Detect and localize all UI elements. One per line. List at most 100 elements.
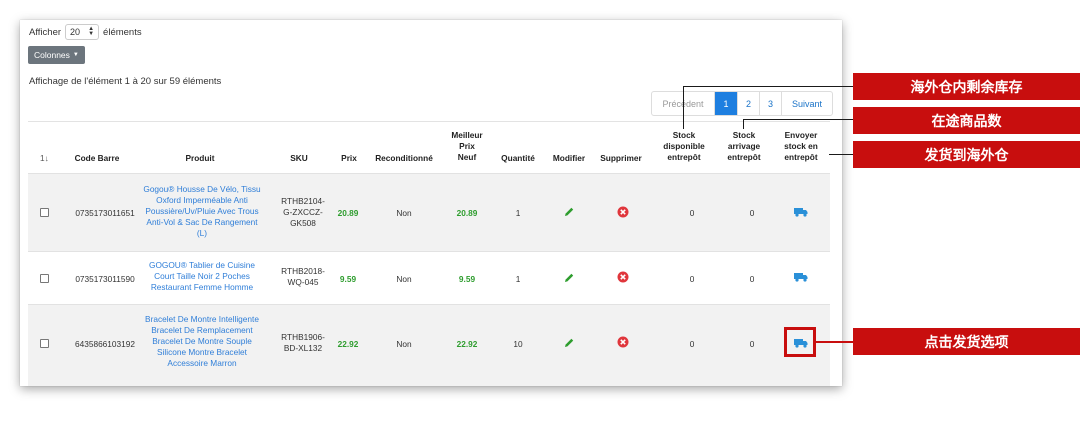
sku-line: RTHB2104-	[281, 196, 325, 206]
product-line: Accessoire Marron	[167, 358, 237, 368]
col-quantity[interactable]: Quantité	[496, 153, 540, 164]
col-stock-arrival-line2: arrivage	[727, 141, 761, 151]
col-sort-indicator[interactable]: 1↓	[40, 153, 49, 164]
truck-icon[interactable]	[794, 207, 808, 217]
col-stock-available-line1: Stock	[672, 130, 696, 140]
header-top-divider	[28, 121, 830, 122]
col-best-new-price-line3: Neuf	[457, 152, 477, 162]
col-stock-available-line3: entrepôt	[667, 152, 701, 162]
annotation-pointer-overseas-stock	[683, 86, 684, 129]
x-circle-icon[interactable]	[617, 336, 629, 348]
annotation-pointer-in-transit	[743, 119, 853, 120]
product-line: Court Taille Noir 2 Poches	[154, 271, 250, 281]
page-size-value: 20	[70, 27, 81, 37]
product-line: Oxford Imperméable Anti	[156, 195, 248, 205]
row-sku: RTHB1906- BD-XL132	[280, 332, 326, 354]
row-checkbox[interactable]	[40, 208, 49, 217]
pencil-icon[interactable]	[563, 337, 575, 349]
show-suffix: éléments	[103, 26, 142, 38]
col-stock-available-line2: disponible	[663, 141, 705, 151]
table-row: 6435866103192 Bracelet De Montre Intelli…	[28, 304, 830, 386]
col-sku[interactable]: SKU	[279, 153, 319, 164]
col-delete: Supprimer	[600, 153, 642, 163]
truck-icon[interactable]	[794, 272, 808, 282]
row-product-link[interactable]: GOGOU® Tablier de Cuisine Court Taille N…	[140, 260, 264, 293]
caret-down-icon: ▼	[72, 52, 79, 58]
col-refurbished[interactable]: Reconditionné	[369, 153, 439, 164]
row-best-new-price: 20.89	[456, 208, 478, 218]
annotation-pointer-ship	[829, 154, 853, 155]
sku-line: RTHB1906-	[281, 332, 325, 342]
row-stock-arrival: 0	[749, 339, 755, 349]
product-line: (L)	[196, 228, 208, 238]
row-checkbox[interactable]	[40, 274, 49, 283]
sku-line: WQ-045	[287, 277, 319, 287]
x-circle-icon[interactable]	[617, 206, 629, 218]
annotation-pointer-overseas-stock	[683, 86, 853, 87]
col-send-stock-line3: entrepôt	[784, 152, 818, 162]
row-stock-arrival: 0	[749, 208, 755, 218]
pagination: Précédent 1 2 3 Suivant	[651, 91, 833, 116]
columns-button[interactable]: Colonnes ▼	[28, 46, 85, 64]
col-best-new-price-line2: Prix	[459, 141, 475, 151]
row-barcode: 0735173011651	[75, 208, 135, 218]
product-line: Bracelet De Remplacement	[151, 325, 253, 335]
col-stock-arrival-line1: Stock	[732, 130, 756, 140]
row-refurbished: Non	[396, 274, 412, 284]
col-edit: Modifier	[552, 153, 586, 163]
row-quantity: 1	[515, 274, 521, 284]
annotation-ship-to-overseas: 发货到海外仓	[853, 141, 1080, 168]
col-price[interactable]: Prix	[335, 153, 363, 164]
row-refurbished: Non	[396, 208, 412, 218]
product-line: Poussière/Uv/Pluie Avec Trous	[145, 206, 259, 216]
table-panel: Afficher 20 ▲ ▼ éléments Colonnes ▼ Affic…	[20, 20, 842, 386]
row-stock-available: 0	[689, 208, 695, 218]
annotation-pointer-click-ship	[816, 341, 853, 343]
col-best-new-price[interactable]: Meilleur Prix Neuf	[442, 130, 492, 163]
pencil-icon[interactable]	[563, 206, 575, 218]
col-send-stock: Envoyer stock en entrepôt	[775, 130, 827, 163]
sku-line: G-ZXCCZ-	[283, 207, 323, 217]
annotation-in-transit: 在途商品数	[853, 107, 1080, 134]
columns-label: Colonnes	[34, 50, 70, 60]
col-stock-arrival-line3: entrepôt	[727, 152, 761, 162]
sku-line: BD-XL132	[283, 343, 323, 353]
x-circle-icon[interactable]	[617, 271, 629, 283]
row-barcode: 6435866103192	[75, 339, 135, 349]
row-quantity: 10	[513, 339, 523, 349]
sort-arrows-icon: ▲ ▼	[88, 26, 95, 37]
annotation-click-ship-option: 点击发货选项	[853, 328, 1080, 355]
row-checkbox[interactable]	[40, 339, 49, 348]
row-refurbished: Non	[396, 339, 412, 349]
pagination-next[interactable]: Suivant	[782, 92, 832, 115]
row-product-link[interactable]: Gogou® Housse De Vélo, Tissu Oxford Impe…	[140, 184, 264, 239]
sku-line: GK508	[290, 218, 316, 228]
col-product[interactable]: Produit	[150, 153, 250, 164]
col-barcode[interactable]: Code Barre	[68, 153, 126, 164]
pagination-page-2[interactable]: 2	[738, 92, 760, 115]
table-row: 0735173011651 Gogou® Housse De Vélo, Tis…	[28, 173, 830, 252]
row-price: 20.89	[337, 208, 359, 218]
col-send-stock-line1: Envoyer	[784, 130, 818, 140]
pagination-page-1[interactable]: 1	[715, 92, 738, 115]
pencil-icon[interactable]	[563, 272, 575, 284]
row-sku: RTHB2018- WQ-045	[280, 266, 326, 288]
row-best-new-price: 22.92	[456, 339, 478, 349]
col-stock-arrival[interactable]: Stock arrivage entrepôt	[717, 130, 771, 163]
page-size-control: Afficher 20 ▲ ▼ éléments	[29, 24, 142, 40]
annotation-pointer-in-transit	[743, 119, 744, 129]
row-sku: RTHB2104- G-ZXCCZ- GK508	[280, 196, 326, 229]
row-product-link[interactable]: Bracelet De Montre Intelligente Bracelet…	[140, 314, 264, 369]
show-label: Afficher	[29, 26, 62, 38]
annotation-overseas-stock: 海外仓内剩余库存	[853, 73, 1080, 100]
col-stock-available[interactable]: Stock disponible entrepôt	[654, 130, 714, 163]
col-best-new-price-line1: Meilleur	[451, 130, 483, 140]
row-quantity: 1	[515, 208, 521, 218]
row-price: 22.92	[337, 339, 359, 349]
row-price: 9.59	[339, 274, 357, 284]
product-line: Gogou® Housse De Vélo, Tissu	[143, 184, 261, 194]
page-size-select[interactable]: 20 ▲ ▼	[65, 24, 100, 40]
product-line: Bracelet De Montre Souple	[152, 336, 252, 346]
product-line: Anti-Vol & Sac De Rangement	[146, 217, 258, 227]
pagination-page-3[interactable]: 3	[760, 92, 782, 115]
